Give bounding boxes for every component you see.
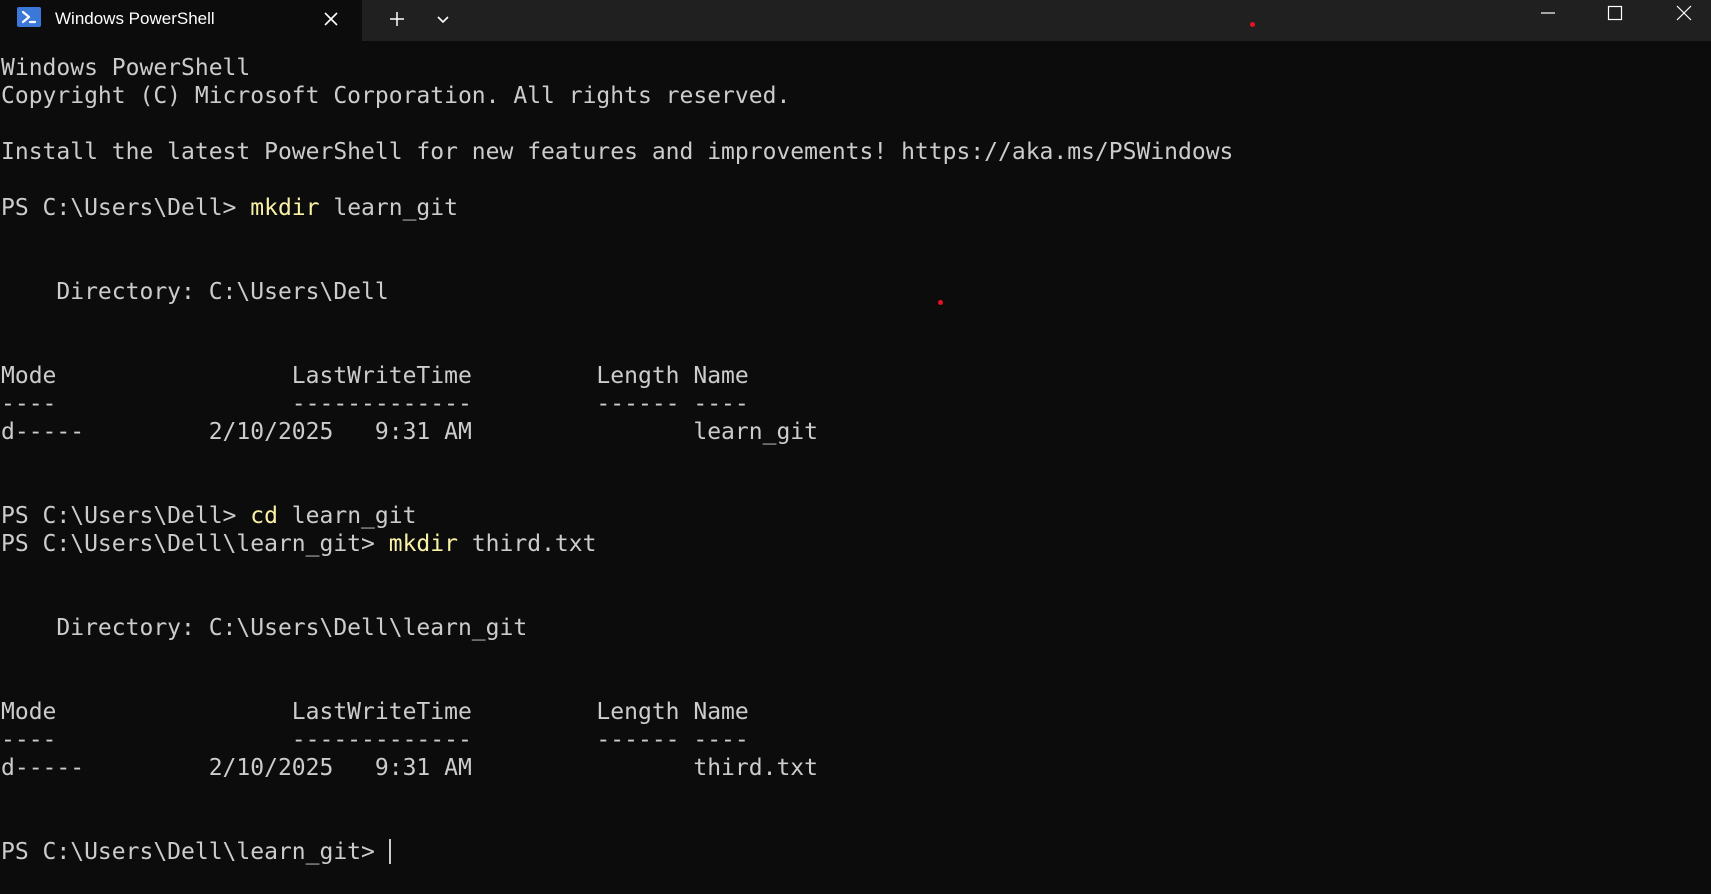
- install-message: Install the latest PowerShell for new fe…: [1, 139, 1234, 165]
- tab-dropdown-button[interactable]: [428, 4, 458, 34]
- directory-line: Directory: C:\Users\Dell\learn_git: [1, 615, 528, 641]
- close-icon: [324, 12, 338, 26]
- prompt: PS C:\Users\Dell\learn_git>: [1, 839, 389, 865]
- command-keyword: mkdir: [388, 531, 458, 557]
- text-cursor: [388, 839, 391, 864]
- table-header: Mode LastWriteTime Length Name: [1, 699, 749, 725]
- final-prompt-line[interactable]: PS C:\Users\Dell\learn_git>: [1, 838, 391, 866]
- tab-windows-powershell[interactable]: Windows PowerShell: [0, 0, 362, 41]
- close-window-button[interactable]: [1660, 0, 1708, 26]
- table-header: Mode LastWriteTime Length Name: [1, 363, 749, 389]
- command-args: third.txt: [457, 531, 597, 557]
- chevron-down-icon: [437, 16, 449, 24]
- terminal-window: Windows PowerShell Windows PowerShell Co…: [0, 0, 1711, 894]
- minimize-icon: [1541, 12, 1555, 14]
- command-keyword: cd: [250, 503, 278, 529]
- minimize-button[interactable]: [1524, 0, 1572, 26]
- title-bar: Windows PowerShell: [0, 0, 1711, 41]
- header-line-1: Windows PowerShell: [1, 55, 251, 81]
- maximize-button[interactable]: [1591, 0, 1639, 26]
- maximize-icon: [1607, 5, 1623, 21]
- prompt: PS C:\Users\Dell\learn_git>: [1, 531, 389, 557]
- red-dot-marker: [1250, 22, 1255, 27]
- table-separator: ---- ------------- ------ ----: [1, 391, 749, 417]
- prompt-line-mkdir-2: PS C:\Users\Dell\learn_git> mkdir third.…: [1, 530, 596, 558]
- tab-close-button[interactable]: [318, 6, 344, 32]
- command-args: learn_git: [277, 503, 417, 529]
- plus-icon: [390, 12, 404, 26]
- tab-title: Windows PowerShell: [55, 9, 215, 28]
- table-row: d----- 2/10/2025 9:31 AM learn_git: [1, 419, 818, 445]
- prompt-line-cd: PS C:\Users\Dell> cd learn_git: [1, 502, 416, 530]
- command-keyword: mkdir: [250, 195, 320, 221]
- table-row: d----- 2/10/2025 9:31 AM third.txt: [1, 755, 818, 781]
- new-tab-button[interactable]: [382, 4, 412, 34]
- terminal-output[interactable]: Windows PowerShell Copyright (C) Microso…: [0, 54, 1711, 884]
- prompt-line-mkdir: PS C:\Users\Dell> mkdir learn_git: [1, 194, 458, 222]
- prompt: PS C:\Users\Dell>: [1, 195, 251, 221]
- close-icon: [1676, 5, 1692, 21]
- header-line-2: Copyright (C) Microsoft Corporation. All…: [1, 83, 791, 109]
- prompt: PS C:\Users\Dell>: [1, 503, 251, 529]
- powershell-icon: [17, 7, 41, 27]
- red-dot-marker: [938, 300, 943, 305]
- directory-line: Directory: C:\Users\Dell: [1, 279, 389, 305]
- table-separator: ---- ------------- ------ ----: [1, 727, 749, 753]
- command-args: learn_git: [319, 195, 458, 221]
